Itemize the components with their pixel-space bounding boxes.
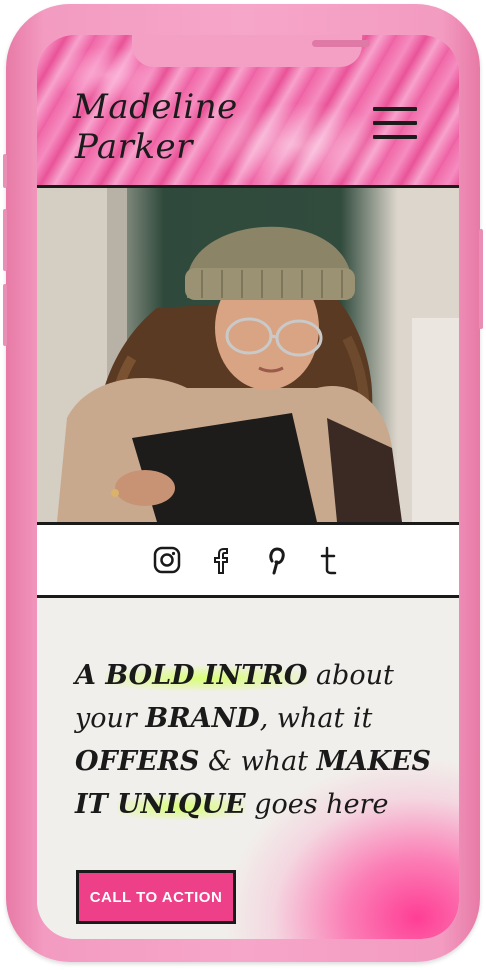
intro-part: IT	[75, 789, 118, 820]
phone-volume-down	[3, 284, 7, 346]
phone-volume-up	[3, 209, 7, 271]
intro-part: A	[75, 660, 106, 691]
intro-part: your	[75, 703, 146, 734]
facebook-icon[interactable]	[206, 545, 236, 575]
intro-part: , what it	[259, 703, 373, 734]
brand-logo[interactable]: Madeline Parker	[73, 87, 238, 167]
hamburger-menu-icon[interactable]	[373, 107, 417, 139]
intro-text: A BOLD INTRO about your BRAND, what it O…	[75, 654, 445, 826]
menu-bar	[373, 135, 417, 139]
phone-power-button	[479, 229, 483, 329]
social-icons-bar	[37, 525, 459, 598]
phone-side-button	[3, 154, 7, 188]
intro-bold-brand: BRAND	[145, 703, 260, 734]
site-header: Madeline Parker	[37, 35, 459, 188]
intro-part: goes here	[245, 789, 389, 820]
hero-illustration	[37, 188, 459, 522]
pinterest-icon[interactable]	[260, 545, 290, 575]
phone-notch	[132, 35, 370, 67]
brand-line-2: Parker	[75, 127, 193, 167]
intro-highlight-bold-intro: BOLD INTRO	[105, 660, 308, 691]
call-to-action-button[interactable]: CALL TO ACTION	[76, 870, 236, 924]
tumblr-icon[interactable]	[314, 545, 344, 575]
intro-section: A BOLD INTRO about your BRAND, what it O…	[37, 598, 459, 939]
menu-bar	[373, 107, 417, 111]
intro-bold-offers: OFFERS	[75, 746, 200, 777]
intro-part: & what	[199, 746, 317, 777]
instagram-icon[interactable]	[152, 545, 182, 575]
phone-frame: Madeline Parker A BOLD INTRO about your …	[3, 4, 483, 962]
intro-highlight-unique: UNIQUE	[117, 789, 246, 820]
phone-speaker	[312, 40, 370, 47]
intro-part: about	[307, 660, 394, 691]
phone-screen: Madeline Parker A BOLD INTRO about your …	[37, 35, 459, 939]
menu-bar	[373, 121, 417, 125]
brand-line-1: Madeline	[73, 87, 238, 127]
intro-bold-makes: MAKES	[316, 746, 431, 777]
hero-photo	[37, 188, 459, 525]
